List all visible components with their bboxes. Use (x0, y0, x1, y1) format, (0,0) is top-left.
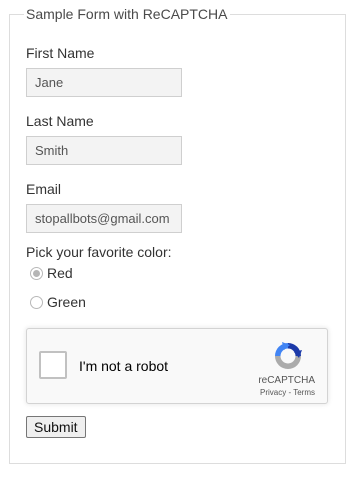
recaptcha-widget: I'm not a robot reCAPTCHA Privacy - Term… (26, 328, 328, 404)
email-input[interactable] (26, 204, 182, 233)
color-question-label: Pick your favorite color: (26, 244, 172, 260)
last-name-input[interactable] (26, 136, 182, 165)
recaptcha-logo-icon (275, 342, 302, 369)
recaptcha-terms-link[interactable]: Terms (293, 388, 315, 397)
first-name-input[interactable] (26, 68, 182, 97)
red-radio[interactable] (30, 266, 43, 280)
submit-button[interactable]: Submit (26, 416, 86, 438)
last-name-label: Last Name (26, 113, 94, 129)
color-option-red[interactable]: Red (30, 264, 73, 282)
color-option-green[interactable]: Green (30, 293, 86, 311)
recaptcha-links: Privacy - Terms (260, 388, 315, 398)
green-radio-label: Green (47, 294, 86, 310)
first-name-label: First Name (26, 45, 95, 61)
green-radio[interactable] (30, 295, 43, 309)
recaptcha-checkbox[interactable] (39, 351, 67, 379)
recaptcha-privacy-link[interactable]: Privacy (260, 388, 286, 397)
recaptcha-brand: reCAPTCHA (258, 375, 315, 386)
email-label: Email (26, 181, 62, 197)
form-legend: Sample Form with ReCAPTCHA (24, 5, 230, 23)
red-radio-label: Red (47, 265, 73, 281)
recaptcha-checkbox-label: I'm not a robot (79, 358, 169, 374)
